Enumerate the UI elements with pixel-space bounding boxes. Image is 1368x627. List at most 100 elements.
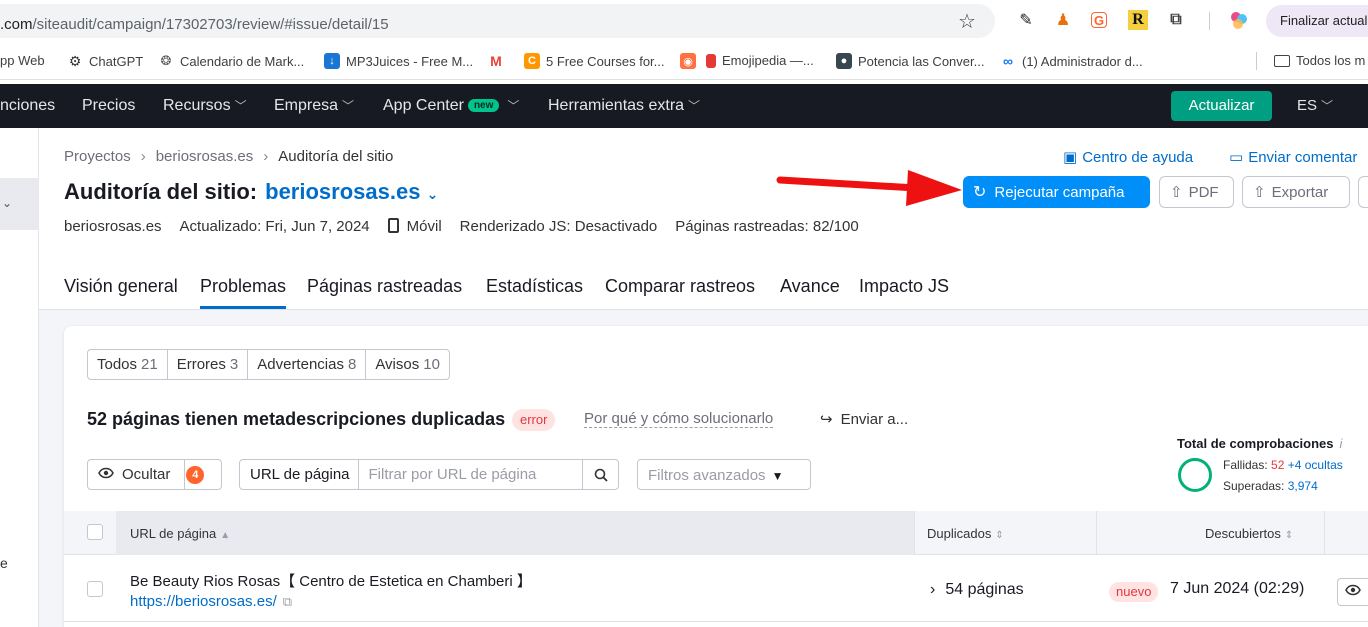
chevron-right-icon: › (263, 148, 269, 165)
bookmark-item[interactable]: C5 Free Courses for... (524, 53, 665, 69)
hide-button[interactable]: Ocultar 4 (87, 459, 222, 490)
column-url-header[interactable]: URL de página ▲ (130, 526, 230, 541)
checks-donut (1178, 458, 1212, 492)
language-selector[interactable]: ES ﹀ (1297, 97, 1333, 114)
filter-errors[interactable]: Errores 3 (168, 350, 249, 379)
breadcrumb-projects[interactable]: Proyectos (64, 148, 131, 165)
tab-issues[interactable]: Problemas (200, 276, 287, 309)
new-badge: new (467, 99, 500, 112)
row-checkbox[interactable] (87, 581, 103, 597)
hide-button-divider (184, 460, 185, 489)
chevron-right-icon: › (930, 581, 936, 598)
issue-title: 52 páginas tienen metadescripciones dupl… (87, 409, 506, 429)
tab-crawled-pages[interactable]: Páginas rastreadas (307, 276, 462, 297)
bookmark-star-icon[interactable]: ☆ (958, 9, 976, 34)
failed-count[interactable]: 52 (1271, 458, 1284, 472)
toolbar-divider (1209, 12, 1210, 30)
more-button[interactable] (1358, 176, 1368, 208)
nav-item-company[interactable]: Empresa ﹀ (274, 97, 354, 115)
tab-js-impact[interactable]: Impacto JS (859, 276, 949, 297)
meta-icon: ∞ (1003, 53, 1013, 69)
search-icon[interactable] (582, 460, 618, 489)
extension-r-icon[interactable]: R (1128, 10, 1148, 30)
chevron-down-icon: ﹀ (342, 99, 355, 113)
eyedropper-icon[interactable]: ✎ (1016, 10, 1036, 30)
nav-item-extra-tools[interactable]: Herramientas extra ﹀ (548, 97, 700, 115)
bookmark-item[interactable]: ↓ MP3Juices - Free M... (324, 53, 473, 69)
why-how-to-fix-link[interactable]: Por qué y cómo solucionarlo (584, 410, 774, 428)
hidden-checks-link[interactable]: +4 ocultas (1288, 458, 1343, 472)
external-link-icon[interactable]: ⧉ (283, 594, 292, 609)
help-center-link[interactable]: ▣ Centro de ayuda (1063, 148, 1193, 166)
brain-icon: ❂ (160, 53, 172, 68)
url-filter-input[interactable]: Filtrar por URL de página (359, 466, 582, 483)
chevron-down-icon[interactable]: ⌄ (2, 196, 12, 210)
rerun-campaign-button[interactable]: ↻ Rejecutar campaña (963, 176, 1150, 208)
send-to-button[interactable]: ↪ Enviar a... (820, 410, 908, 428)
chevron-down-icon: ﹀ (688, 99, 701, 113)
advanced-filters-dropdown[interactable]: Filtros avanzados ▼ (637, 459, 811, 490)
export-button[interactable]: ⇧ Exportar (1242, 176, 1350, 208)
column-divider (1324, 511, 1325, 555)
download-icon: ↓ (324, 53, 340, 69)
tab-progress[interactable]: Avance (780, 276, 840, 297)
emoji-icon (706, 53, 716, 68)
pdf-button[interactable]: ⇧ PDF (1159, 176, 1234, 208)
sorted-column-highlight (116, 511, 914, 555)
sidebar-label: e (0, 555, 8, 571)
feedback-link[interactable]: ▭ Enviar comentar (1229, 148, 1357, 166)
filter-notices[interactable]: Avisos 10 (366, 350, 449, 379)
column-duplicates-header[interactable]: Duplicados ⇕ (927, 526, 1004, 541)
finalize-update-button[interactable]: Finalizar actuali (1266, 5, 1368, 37)
bookmark-item[interactable]: ◉ (680, 53, 696, 69)
eye-icon (1345, 583, 1361, 601)
nav-item-pricing[interactable]: Precios (82, 97, 135, 115)
column-discovered-header[interactable]: Descubiertos ⇕ (1205, 526, 1293, 541)
url-filter: URL de página Filtrar por URL de página (239, 459, 619, 490)
failed-checks: Fallidas: 52 +4 ocultas (1223, 458, 1343, 472)
nav-item-solutions[interactable]: nciones (0, 97, 55, 115)
bookmark-item[interactable]: M (488, 53, 504, 69)
select-all-checkbox[interactable] (87, 524, 103, 540)
breadcrumb-domain[interactable]: beriosrosas.es (156, 148, 254, 165)
row-page-url[interactable]: https://beriosrosas.es/⧉ (130, 593, 292, 610)
filter-warnings[interactable]: Advertencias 8 (248, 350, 367, 379)
bookmark-item[interactable]: ∞ (1) Administrador d... (1000, 53, 1143, 69)
filter-all[interactable]: Todos 21 (88, 350, 168, 379)
upgrade-button[interactable]: Actualizar (1171, 91, 1272, 121)
row-hide-button[interactable] (1337, 578, 1368, 606)
bookmark-item[interactable]: ❂ Calendario de Mark... (158, 53, 305, 69)
sort-icon: ⇕ (995, 530, 1004, 541)
gmail-icon: M (490, 53, 502, 69)
tab-compare-crawls[interactable]: Comparar rastreos (605, 276, 755, 297)
chevron-down-icon: ▼ (771, 469, 784, 483)
puzzle-icon[interactable]: ⧉ (1166, 10, 1186, 30)
address-bar[interactable]: .com/siteaudit/campaign/17302703/review/… (0, 4, 995, 38)
tab-overview[interactable]: Visión general (64, 276, 178, 297)
tab-statistics[interactable]: Estadísticas (486, 276, 583, 297)
address-text[interactable]: .com/siteaudit/campaign/17302703/review/… (0, 16, 389, 33)
page-title: Auditoría del sitio: beriosrosas.es ⌄ (64, 179, 439, 204)
bookmark-item[interactable]: ● Potencia las Conver... (836, 53, 984, 69)
openai-icon: ⚙ (68, 52, 82, 69)
extension-person-icon[interactable]: ♟ (1053, 10, 1073, 30)
extension-semrush-icon[interactable]: G (1091, 12, 1107, 28)
course-icon: C (524, 53, 540, 69)
project-selector[interactable]: beriosrosas.es (265, 179, 420, 204)
meta-js-render: Renderizado JS: Desactivado (459, 218, 658, 235)
chevron-down-icon: ﹀ (1321, 99, 1334, 113)
profile-icon[interactable] (1229, 10, 1249, 30)
bookmark-folder[interactable]: Todos los m (1274, 53, 1365, 68)
main-navigation: nciones Precios Recursos ﹀ Empresa ﹀ App C… (0, 84, 1368, 128)
info-icon[interactable]: i (1340, 436, 1343, 451)
bookmark-item[interactable]: pp Web (0, 53, 45, 68)
bookmark-item[interactable]: ⚙ ChatGPT (67, 53, 143, 69)
nav-item-app-center[interactable]: App Center new ﹀ (383, 97, 519, 115)
chevron-down-icon[interactable]: ⌄ (427, 186, 439, 202)
nav-item-resources[interactable]: Recursos ﹀ (163, 97, 247, 115)
annotation-arrow-icon (776, 170, 962, 206)
bookmark-item[interactable]: Emojipedia —... (706, 53, 814, 68)
row-duplicates-toggle[interactable]: › 54 páginas (930, 581, 1024, 599)
comment-icon: ▭ (1229, 149, 1244, 166)
passed-count[interactable]: 3,974 (1288, 479, 1318, 493)
